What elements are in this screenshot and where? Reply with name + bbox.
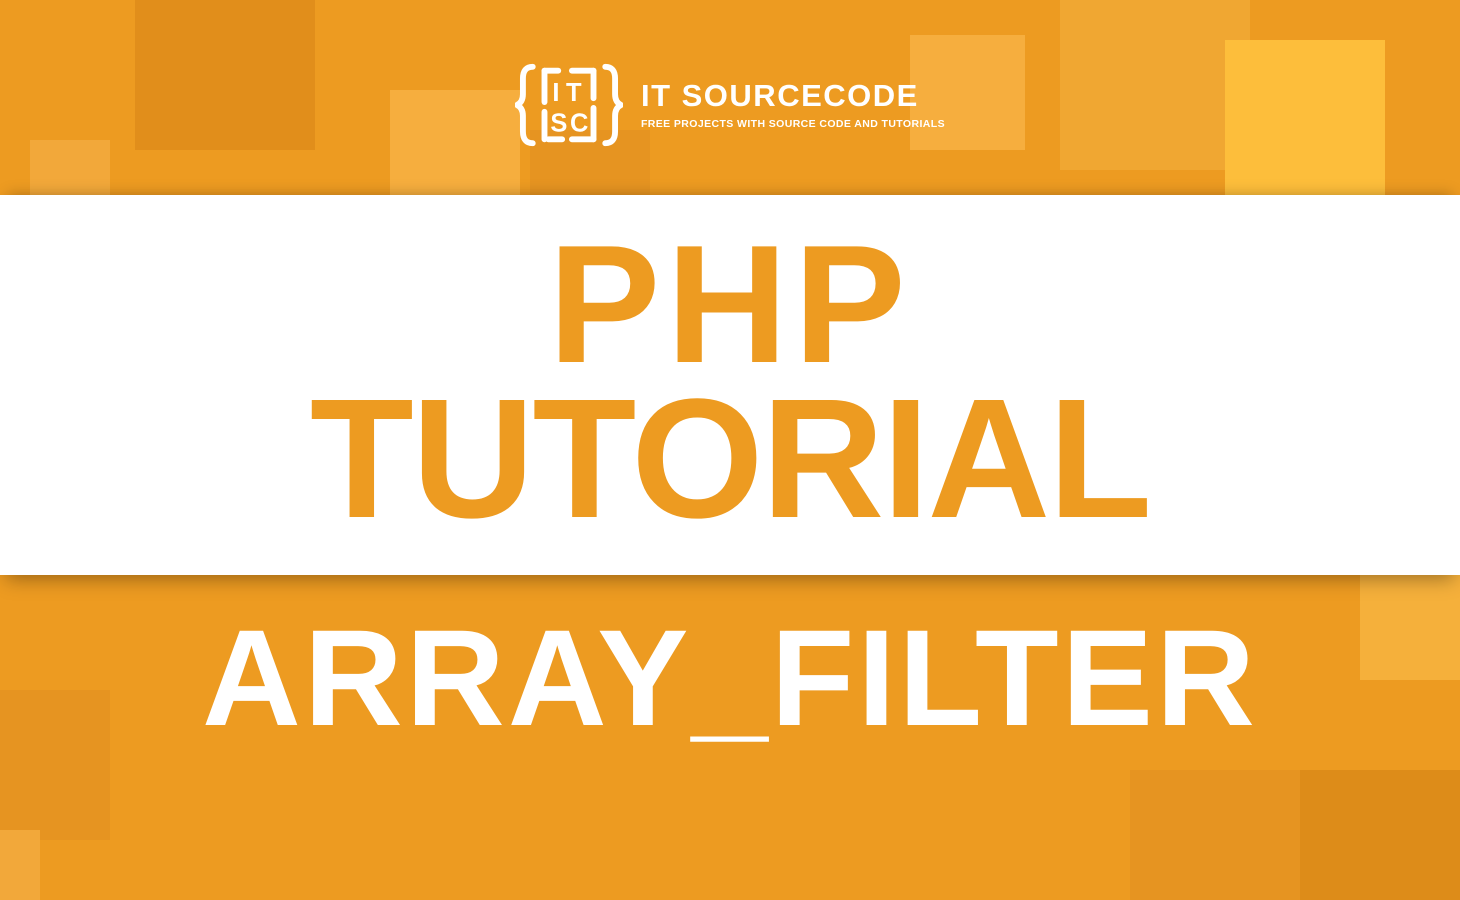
svg-text:I: I xyxy=(552,79,559,107)
topic-area: ARRAY_FILTER xyxy=(0,610,1460,747)
svg-text:S: S xyxy=(550,109,567,137)
tutorial-banner: I T S C IT SOURCECODE FREE PROJECTS WITH… xyxy=(0,0,1460,900)
brand-logo-icon: I T S C xyxy=(515,55,623,155)
decorative-square xyxy=(0,830,40,900)
headline-line-1: PHP xyxy=(548,227,911,382)
svg-text:T: T xyxy=(566,79,582,107)
brand-subtitle: FREE PROJECTS WITH SOURCE CODE AND TUTOR… xyxy=(641,118,945,130)
brand-header: I T S C IT SOURCECODE FREE PROJECTS WITH… xyxy=(0,55,1460,155)
decorative-square xyxy=(1130,770,1300,900)
brand-title: IT SOURCECODE xyxy=(641,80,945,111)
svg-text:C: C xyxy=(570,109,588,137)
headline-line-2: TUTORIAL xyxy=(310,376,1150,543)
decorative-square xyxy=(1300,770,1460,900)
headline-band: PHP TUTORIAL xyxy=(0,195,1460,575)
topic-title: ARRAY_FILTER xyxy=(0,610,1460,747)
brand-text: IT SOURCECODE FREE PROJECTS WITH SOURCE … xyxy=(641,80,945,130)
